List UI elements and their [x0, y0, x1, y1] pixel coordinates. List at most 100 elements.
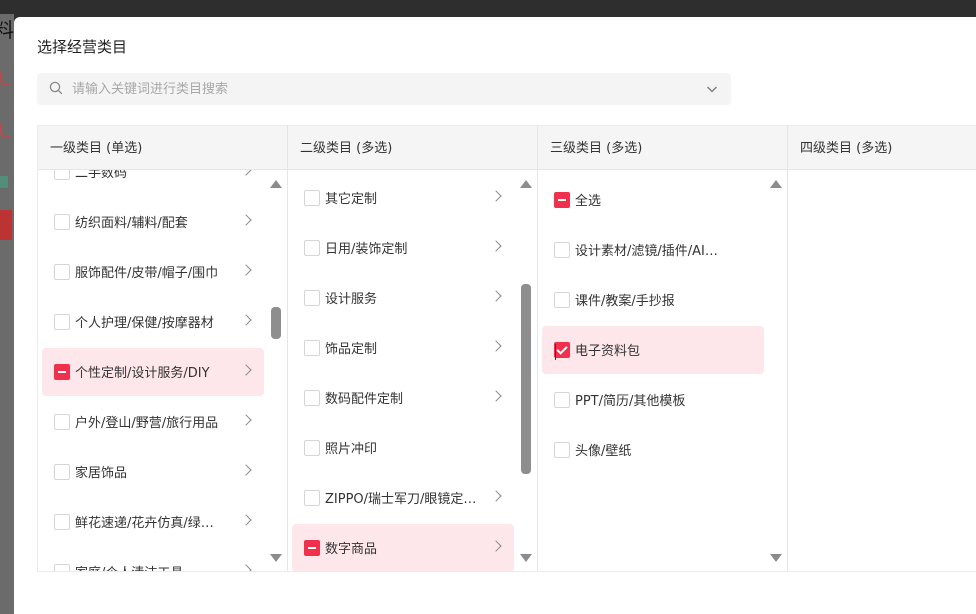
- category-item[interactable]: 照片冲印: [292, 424, 514, 472]
- checkbox-indeterminate[interactable]: [54, 364, 70, 380]
- scroll-up-arrow-icon[interactable]: [770, 180, 782, 188]
- scroll-up-arrow-icon[interactable]: [520, 180, 532, 188]
- checkbox[interactable]: [304, 190, 320, 206]
- category-item[interactable]: 数码配件定制: [292, 374, 514, 422]
- checkbox-checked[interactable]: [554, 342, 570, 358]
- checkbox[interactable]: [54, 464, 70, 480]
- background-fragment: [0, 176, 8, 188]
- chevron-down-icon[interactable]: [705, 82, 719, 96]
- category-item[interactable]: 家庭/个人清洁工具: [42, 548, 264, 571]
- category-item-label: 数码配件定制: [325, 392, 404, 407]
- chevron-right-icon: [490, 540, 502, 552]
- scrollbar[interactable]: [520, 174, 532, 568]
- checkbox[interactable]: [304, 290, 320, 306]
- category-item-label: 数字商品: [325, 542, 378, 557]
- checkbox[interactable]: [54, 170, 70, 180]
- category-item[interactable]: PPT/简历/其他模板: [542, 376, 764, 424]
- category-item[interactable]: 数字商品: [292, 524, 514, 571]
- checkbox-indeterminate[interactable]: [554, 192, 570, 208]
- checkbox[interactable]: [54, 514, 70, 530]
- category-item-label: 饰品定制: [325, 342, 378, 357]
- column-level-3: 全选设计素材/滤镜/插件/AI… 课件/教案/手抄报电子资料包 PPT/简历/其他模…: [538, 170, 788, 571]
- category-item[interactable]: 二手数码: [42, 170, 264, 196]
- category-item[interactable]: 服饰配件/皮带/帽子/围巾: [42, 248, 264, 296]
- category-item-label: 全选: [575, 194, 602, 209]
- chevron-right-icon: [240, 170, 252, 176]
- category-item[interactable]: ZIPPO/瑞士军刀/眼镜定…: [292, 474, 514, 522]
- scrollbar-thumb[interactable]: [271, 306, 281, 339]
- checkbox[interactable]: [304, 490, 320, 506]
- category-item[interactable]: 头像/壁纸: [542, 426, 764, 474]
- chevron-right-icon: [240, 214, 252, 226]
- checkbox[interactable]: [54, 314, 70, 330]
- category-item-label: 课件/教案/手抄报: [575, 294, 675, 309]
- checkbox[interactable]: [554, 292, 570, 308]
- category-item[interactable]: 设计素材/滤镜/插件/AI…: [542, 226, 764, 274]
- scroll-down-arrow-icon[interactable]: [270, 554, 282, 562]
- column-level-4: [788, 170, 976, 571]
- checkbox[interactable]: [304, 440, 320, 456]
- category-item[interactable]: 个人护理/保健/按摩器材: [42, 298, 264, 346]
- category-search-box[interactable]: [37, 73, 731, 105]
- chevron-right-icon: [240, 364, 252, 376]
- category-item[interactable]: 其它定制: [292, 174, 514, 222]
- chevron-right-icon: [240, 564, 252, 571]
- chevron-right-icon: [490, 390, 502, 402]
- background-fragment: [0, 210, 12, 240]
- scrollbar[interactable]: [770, 174, 782, 568]
- category-item-label: 设计服务: [325, 292, 378, 307]
- category-item[interactable]: 个性定制/设计服务/DIY: [42, 348, 264, 396]
- checkbox[interactable]: [54, 214, 70, 230]
- checkbox[interactable]: [304, 240, 320, 256]
- chevron-right-icon: [490, 190, 502, 202]
- category-columns-panel: 一级类目 (单选) 二级类目 (多选) 三级类目 (多选) 四级类目 (多选) …: [37, 125, 976, 572]
- search-input[interactable]: [72, 73, 672, 105]
- chevron-right-icon: [240, 264, 252, 276]
- category-item[interactable]: 纺织面料/辅料/配套: [42, 198, 264, 246]
- checkbox-indeterminate[interactable]: [304, 540, 320, 556]
- category-item[interactable]: 电子资料包: [542, 326, 764, 374]
- category-item-label: 纺织面料/辅料/配套: [75, 216, 188, 231]
- checkbox[interactable]: [54, 264, 70, 280]
- scroll-down-arrow-icon[interactable]: [520, 554, 532, 562]
- scrollbar-thumb[interactable]: [521, 284, 531, 475]
- category-item-label: 鲜花速递/花卉仿真/绿…: [75, 516, 214, 531]
- category-item[interactable]: 日用/装饰定制: [292, 224, 514, 272]
- category-item-label: 其它定制: [325, 192, 378, 207]
- category-item-label: 头像/壁纸: [575, 444, 632, 459]
- column-header-level-1: 一级类目 (单选): [38, 126, 288, 170]
- category-select-modal: 选择经营类目 一级类目 (单选) 二级类目 (多选) 三级类目 (多选) 四级类…: [14, 17, 976, 614]
- category-item[interactable]: 户外/登山/野营/旅行用品: [42, 398, 264, 446]
- chevron-right-icon: [490, 340, 502, 352]
- checkbox[interactable]: [54, 564, 70, 571]
- category-item[interactable]: 课件/教案/手抄报: [542, 276, 764, 324]
- search-icon: [49, 81, 63, 95]
- checkbox[interactable]: [554, 442, 570, 458]
- category-item[interactable]: 设计服务: [292, 274, 514, 322]
- chevron-right-icon: [240, 464, 252, 476]
- checkbox[interactable]: [54, 414, 70, 430]
- background-strip: [0, 14, 14, 614]
- column-header-row: 一级类目 (单选) 二级类目 (多选) 三级类目 (多选) 四级类目 (多选): [38, 126, 976, 170]
- column-header-level-4: 四级类目 (多选): [800, 141, 893, 156]
- category-item-label: 设计素材/滤镜/插件/AI…: [575, 244, 718, 259]
- category-item[interactable]: 家居饰品: [42, 448, 264, 496]
- category-item-label: 日用/装饰定制: [325, 242, 408, 257]
- checkbox[interactable]: [304, 340, 320, 356]
- checkbox[interactable]: [554, 392, 570, 408]
- category-item[interactable]: 全选: [542, 176, 764, 224]
- category-item[interactable]: 鲜花速递/花卉仿真/绿…: [42, 498, 264, 546]
- modal-title: 选择经营类目: [37, 38, 128, 56]
- checkbox[interactable]: [304, 390, 320, 406]
- category-item-label: 个人护理/保健/按摩器材: [75, 316, 214, 331]
- scrollbar[interactable]: [270, 174, 282, 568]
- category-item[interactable]: 饰品定制: [292, 324, 514, 372]
- background-fragment: [0, 72, 10, 86]
- scroll-up-arrow-icon[interactable]: [270, 180, 282, 188]
- column-header-level-3: 三级类目 (多选): [538, 126, 788, 170]
- category-item-label: 照片冲印: [325, 442, 378, 457]
- scroll-down-arrow-icon[interactable]: [770, 554, 782, 562]
- column-level-1: 二手数码纺织面料/辅料/配套服饰配件/皮带/帽子/围巾个人护理/保健/按摩器材个…: [38, 170, 288, 571]
- chevron-right-icon: [240, 414, 252, 426]
- checkbox[interactable]: [554, 242, 570, 258]
